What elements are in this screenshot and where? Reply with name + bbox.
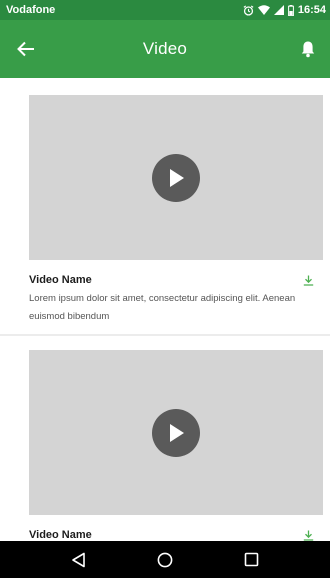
- signal-icon: [273, 5, 284, 15]
- play-icon: [170, 168, 184, 187]
- download-icon: [303, 275, 313, 286]
- play-button[interactable]: [152, 408, 200, 457]
- status-bar: Vodafone 16:54: [0, 0, 330, 20]
- bell-icon: [301, 41, 315, 58]
- notifications-button[interactable]: [294, 35, 322, 63]
- nav-recents-button[interactable]: [236, 545, 266, 575]
- back-button[interactable]: [12, 35, 40, 63]
- download-icon: [303, 530, 313, 541]
- carrier-name: Vodafone: [6, 4, 56, 16]
- battery-icon: [287, 4, 294, 16]
- wifi-icon: [257, 5, 270, 15]
- nav-back-button[interactable]: [64, 545, 94, 575]
- video-list[interactable]: Video Name Lorem ipsum dolor sit amet, c…: [0, 78, 330, 541]
- status-icons: 16:54: [243, 4, 326, 16]
- arrow-left-icon: [17, 41, 34, 57]
- download-button[interactable]: [300, 272, 316, 288]
- page-title: Video: [142, 39, 188, 58]
- back-triangle-icon: [72, 552, 85, 567]
- video-description: Lorem ipsum dolor sit amet, consectetur …: [29, 293, 296, 322]
- video-thumbnail[interactable]: [29, 350, 323, 515]
- video-title: Video Name: [29, 529, 92, 541]
- status-time: 16:54: [297, 4, 326, 16]
- video-thumbnail[interactable]: [29, 95, 323, 260]
- app-bar: Video: [0, 20, 330, 78]
- play-icon: [170, 423, 184, 442]
- alarm-icon: [243, 4, 254, 16]
- video-card: Video Name Lorem ipsum dolor sit amet, c…: [0, 78, 330, 336]
- download-button[interactable]: [300, 527, 316, 541]
- nav-home-button[interactable]: [150, 545, 180, 575]
- home-circle-icon: [157, 552, 173, 567]
- recents-square-icon: [244, 552, 258, 567]
- video-title: Video Name: [29, 274, 92, 286]
- video-card: Video Name: [0, 336, 330, 541]
- play-button[interactable]: [152, 153, 200, 202]
- system-nav-bar: [0, 541, 330, 578]
